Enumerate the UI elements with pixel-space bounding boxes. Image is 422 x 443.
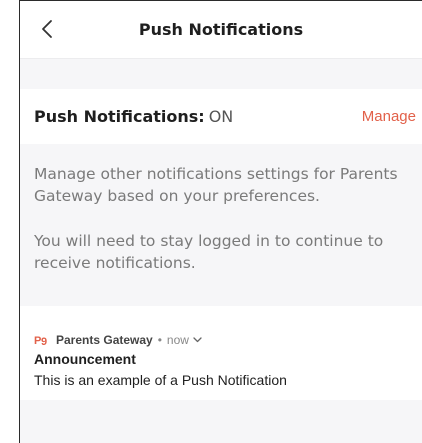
notification-preview-card: P 9 Parents Gateway • now Announcement T…: [20, 306, 422, 400]
page-title: Push Notifications: [138, 19, 304, 39]
notification-app-name: Parents Gateway: [56, 333, 153, 347]
push-status-row: Push Notifications: ON: [34, 107, 233, 126]
notification-time: now: [166, 333, 189, 347]
manage-link[interactable]: Manage: [362, 108, 416, 125]
notification-title: Announcement: [34, 351, 136, 367]
notification-body: This is an example of a Push Notificatio…: [34, 372, 287, 388]
login-note: You will need to stay logged in to conti…: [34, 232, 384, 272]
settings-description: Manage other notifications settings for …: [34, 165, 398, 205]
chevron-down-icon[interactable]: [193, 337, 202, 343]
svg-text:9: 9: [41, 336, 47, 347]
push-status-value: ON: [208, 107, 234, 126]
parents-gateway-logo-icon: P 9: [34, 335, 47, 347]
notification-separator: •: [157, 333, 162, 347]
notification-header: P 9 Parents Gateway • now: [34, 333, 202, 347]
push-status-label: Push Notifications:: [34, 107, 205, 126]
push-status-card: Push Notifications: ON Manage: [20, 89, 422, 144]
